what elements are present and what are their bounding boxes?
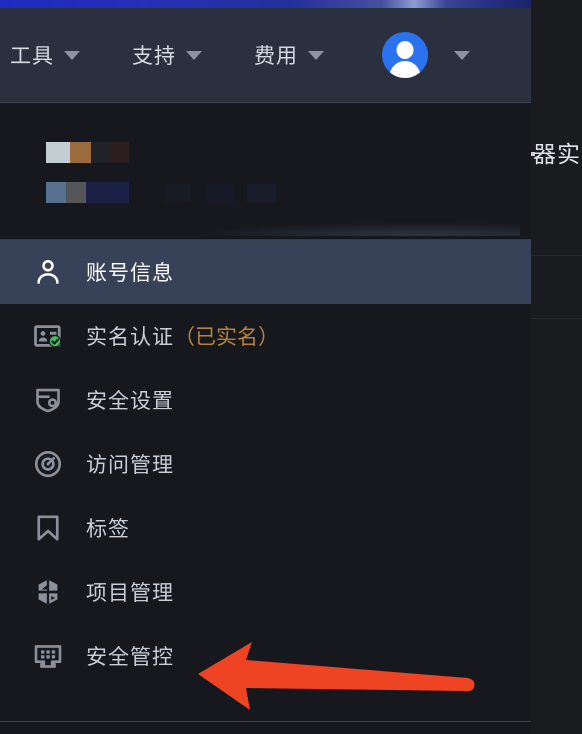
nav-item-support[interactable]: 支持 bbox=[132, 40, 202, 70]
redacted-block-a bbox=[165, 184, 191, 202]
sidebar-item-real-name-verification-label: 实名认证 bbox=[86, 326, 174, 349]
id-card-verified-icon bbox=[30, 318, 66, 354]
sidebar-item-real-name-verification[interactable]: 实名认证 （已实名） bbox=[0, 304, 531, 368]
top-navbar: 工具 支持 费用 bbox=[0, 8, 531, 103]
redacted-block-c bbox=[247, 184, 276, 202]
user-avatar-icon[interactable] bbox=[382, 32, 428, 78]
redacted-account-name bbox=[46, 142, 129, 163]
redacted-account-id bbox=[46, 182, 129, 203]
sidebar-item-access-management-label: 访问管理 bbox=[86, 454, 174, 477]
shield-settings-icon bbox=[30, 382, 66, 418]
chevron-down-icon bbox=[308, 50, 324, 60]
panel-smudge-artifact bbox=[190, 222, 520, 236]
page-top-accent-strip bbox=[0, 0, 531, 8]
content-strip bbox=[531, 0, 582, 734]
sidebar-item-access-management[interactable]: 访问管理 bbox=[0, 432, 531, 496]
nav-item-tools[interactable]: 工具 bbox=[10, 40, 80, 70]
sidebar-item-security-settings[interactable]: 安全设置 bbox=[0, 368, 531, 432]
sidebar-item-security-settings-label: 安全设置 bbox=[86, 390, 174, 413]
content-rule-1 bbox=[531, 255, 582, 256]
redacted-block-b bbox=[206, 184, 235, 202]
panel-bottom-divider bbox=[0, 721, 531, 722]
sidebar-item-security-control-label: 安全管控 bbox=[86, 646, 174, 669]
chevron-down-icon bbox=[64, 50, 80, 60]
hexagon-segments-icon bbox=[30, 574, 66, 610]
screen-root: 器实 工具 支持 费用 账号信息 实名认证 （已实名） 安全设置 访问管理 标签… bbox=[0, 0, 582, 734]
avatar-head-shape bbox=[396, 41, 414, 59]
content-rule-2 bbox=[531, 318, 582, 319]
avatar-body-shape bbox=[389, 61, 421, 78]
nav-item-tools-label: 工具 bbox=[10, 45, 54, 68]
sidebar-item-tags[interactable]: 标签 bbox=[0, 496, 531, 560]
sidebar-item-account-info[interactable]: 账号信息 bbox=[0, 240, 531, 304]
sidebar-item-project-management-label: 项目管理 bbox=[86, 582, 174, 605]
clipped-heading-text: 器实 bbox=[533, 141, 581, 167]
verification-status-badge: （已实名） bbox=[174, 326, 279, 349]
sidebar-item-tags-label: 标签 bbox=[86, 518, 130, 541]
account-sidebar-panel: 账号信息 实名认证 （已实名） 安全设置 访问管理 标签 项目管理 安全管控 bbox=[0, 104, 531, 734]
nav-item-support-label: 支持 bbox=[132, 45, 176, 68]
person-icon bbox=[30, 254, 66, 290]
chevron-down-icon bbox=[186, 50, 202, 60]
bookmark-icon bbox=[30, 510, 66, 546]
account-menu-button[interactable] bbox=[382, 32, 470, 78]
keypad-monitor-icon bbox=[30, 638, 66, 674]
sidebar-item-security-control[interactable]: 安全管控 bbox=[0, 624, 531, 688]
sidebar-item-account-info-label: 账号信息 bbox=[86, 262, 174, 285]
account-menu-list: 账号信息 实名认证 （已实名） 安全设置 访问管理 标签 项目管理 安全管控 bbox=[0, 240, 531, 688]
sidebar-item-project-management[interactable]: 项目管理 bbox=[0, 560, 531, 624]
access-control-icon bbox=[30, 446, 66, 482]
content-area-background bbox=[531, 0, 582, 734]
nav-item-billing[interactable]: 费用 bbox=[254, 40, 324, 70]
chevron-down-icon[interactable] bbox=[454, 50, 470, 60]
nav-item-billing-label: 费用 bbox=[254, 45, 298, 68]
